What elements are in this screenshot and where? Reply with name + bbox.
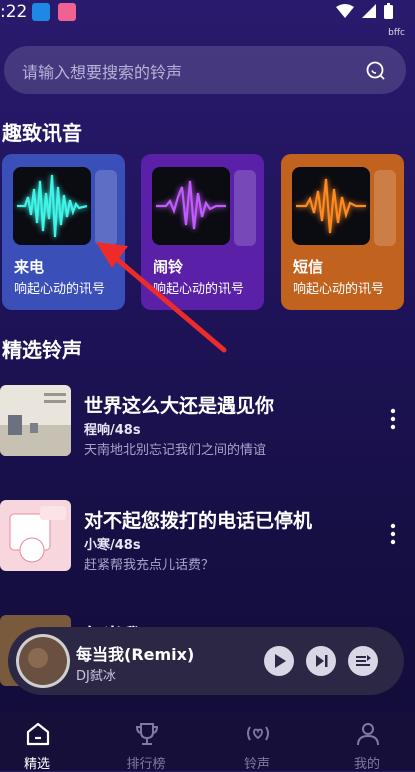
tab-ringtone[interactable]: 铃声: [222, 711, 292, 772]
song-description: 赶紧帮我充点儿话费？: [84, 558, 215, 573]
tab-label: 铃声: [243, 757, 270, 772]
play-icon: [275, 654, 286, 668]
ringtone-icon: [247, 726, 269, 741]
bottom-tab-bar: 精选 排行榜 铃声 我的: [0, 711, 415, 772]
play-button[interactable]: [264, 646, 294, 676]
next-button[interactable]: [306, 646, 336, 676]
song-cover: [0, 385, 71, 456]
tab-label: 精选: [23, 757, 50, 772]
home-icon: [26, 722, 50, 746]
tab-ranking[interactable]: 排行榜: [111, 711, 181, 772]
song-title: 世界这么大还是遇见你: [84, 395, 275, 417]
player-artist: DJ弑冰: [76, 669, 116, 684]
list-item[interactable]: 对不起您拨打的电话已停机 小寒/48s 赶紧帮我充点儿话费？: [0, 500, 415, 573]
list-item[interactable]: 世界这么大还是遇见你 程响/48s 天南地北别忘记我们之间的情谊: [0, 385, 415, 458]
more-icon[interactable]: [389, 522, 397, 546]
list-section-title: 精选铃声: [2, 338, 82, 362]
profile-icon: [357, 723, 379, 746]
tab-label: 我的: [353, 757, 380, 772]
tab-label: 排行榜: [126, 757, 166, 772]
song-artist: 程响/48s: [84, 423, 141, 438]
song-artist: 小寒/48s: [84, 538, 141, 553]
next-icon: [316, 655, 328, 667]
player-title: 每当我(Remix): [76, 645, 195, 664]
song-title: 对不起您拨打的电话已停机: [84, 510, 313, 532]
tab-featured[interactable]: 精选: [2, 711, 72, 772]
song-cover: [0, 500, 71, 571]
playlist-icon: [356, 655, 371, 666]
tab-profile[interactable]: 我的: [332, 711, 402, 772]
more-icon[interactable]: [389, 407, 397, 431]
album-art: [16, 634, 70, 688]
playlist-button[interactable]: [348, 646, 378, 676]
mini-player[interactable]: 每当我(Remix) DJ弑冰: [8, 627, 404, 695]
trophy-icon: [135, 723, 159, 745]
song-description: 天南地北别忘记我们之间的情谊: [84, 443, 267, 458]
